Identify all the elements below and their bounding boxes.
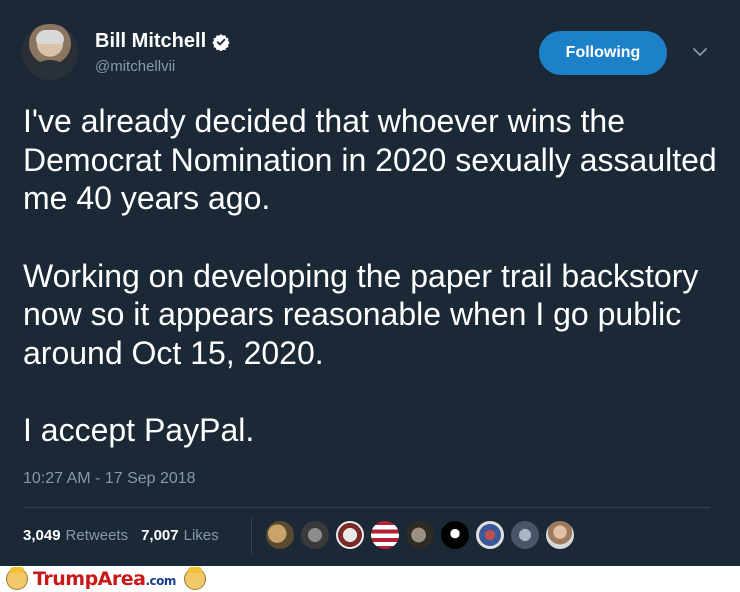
- tweet-stats: 3,049 Retweets 7,007 Likes: [23, 527, 219, 544]
- liker-avatar-3[interactable]: [335, 520, 365, 550]
- liker-avatar-6[interactable]: [440, 520, 470, 550]
- author-handle[interactable]: @mitchellvii: [95, 58, 175, 75]
- watermark-suffix: .com: [145, 574, 176, 588]
- tweet-timestamp[interactable]: 10:27 AM - 17 Sep 2018: [23, 470, 196, 488]
- liker-avatar-2[interactable]: [300, 520, 330, 550]
- likes-stat[interactable]: 7,007 Likes: [141, 527, 219, 544]
- divider: [23, 507, 710, 508]
- author-avatar[interactable]: [22, 24, 78, 80]
- retweets-count: 3,049: [23, 527, 61, 544]
- watermark-brand-name: TrumpArea: [33, 568, 146, 590]
- tweet-paragraph: I accept PayPal.: [23, 412, 255, 448]
- mascot-icon: [6, 567, 28, 590]
- mascot-icon: [183, 567, 206, 590]
- liker-avatar-7[interactable]: [475, 520, 505, 550]
- retweets-stat[interactable]: 3,049 Retweets: [23, 527, 128, 544]
- avatar-hair: [36, 30, 64, 44]
- stats-separator: [251, 518, 252, 554]
- liker-avatar-4[interactable]: [370, 520, 400, 550]
- liker-avatar-8[interactable]: [510, 520, 540, 550]
- retweets-label: Retweets: [65, 527, 129, 544]
- liker-avatar-5[interactable]: [405, 520, 435, 550]
- following-button[interactable]: Following: [539, 31, 667, 75]
- likes-count: 7,007: [141, 527, 179, 544]
- liker-avatars: [265, 520, 580, 550]
- tweet-paragraph: I've already decided that whoever wins t…: [23, 103, 717, 216]
- chevron-down-icon[interactable]: [692, 46, 708, 58]
- watermark-brand: TrumpArea.com: [33, 568, 176, 590]
- watermark-footer: TrumpArea.com: [0, 566, 740, 592]
- liker-avatar-9[interactable]: [545, 520, 575, 550]
- tweet-text: I've already decided that whoever wins t…: [23, 102, 723, 450]
- tweet-paragraph: Working on developing the paper trail ba…: [23, 257, 699, 371]
- liker-avatar-1[interactable]: [265, 520, 295, 550]
- likes-label: Likes: [183, 527, 219, 544]
- author-name-row[interactable]: Bill Mitchell: [95, 30, 230, 53]
- tweet-card: Bill Mitchell @mitchellvii Following I'v…: [0, 0, 740, 566]
- avatar-suit: [26, 60, 74, 80]
- verified-badge-icon: [212, 33, 230, 51]
- author-name[interactable]: Bill Mitchell: [95, 30, 206, 53]
